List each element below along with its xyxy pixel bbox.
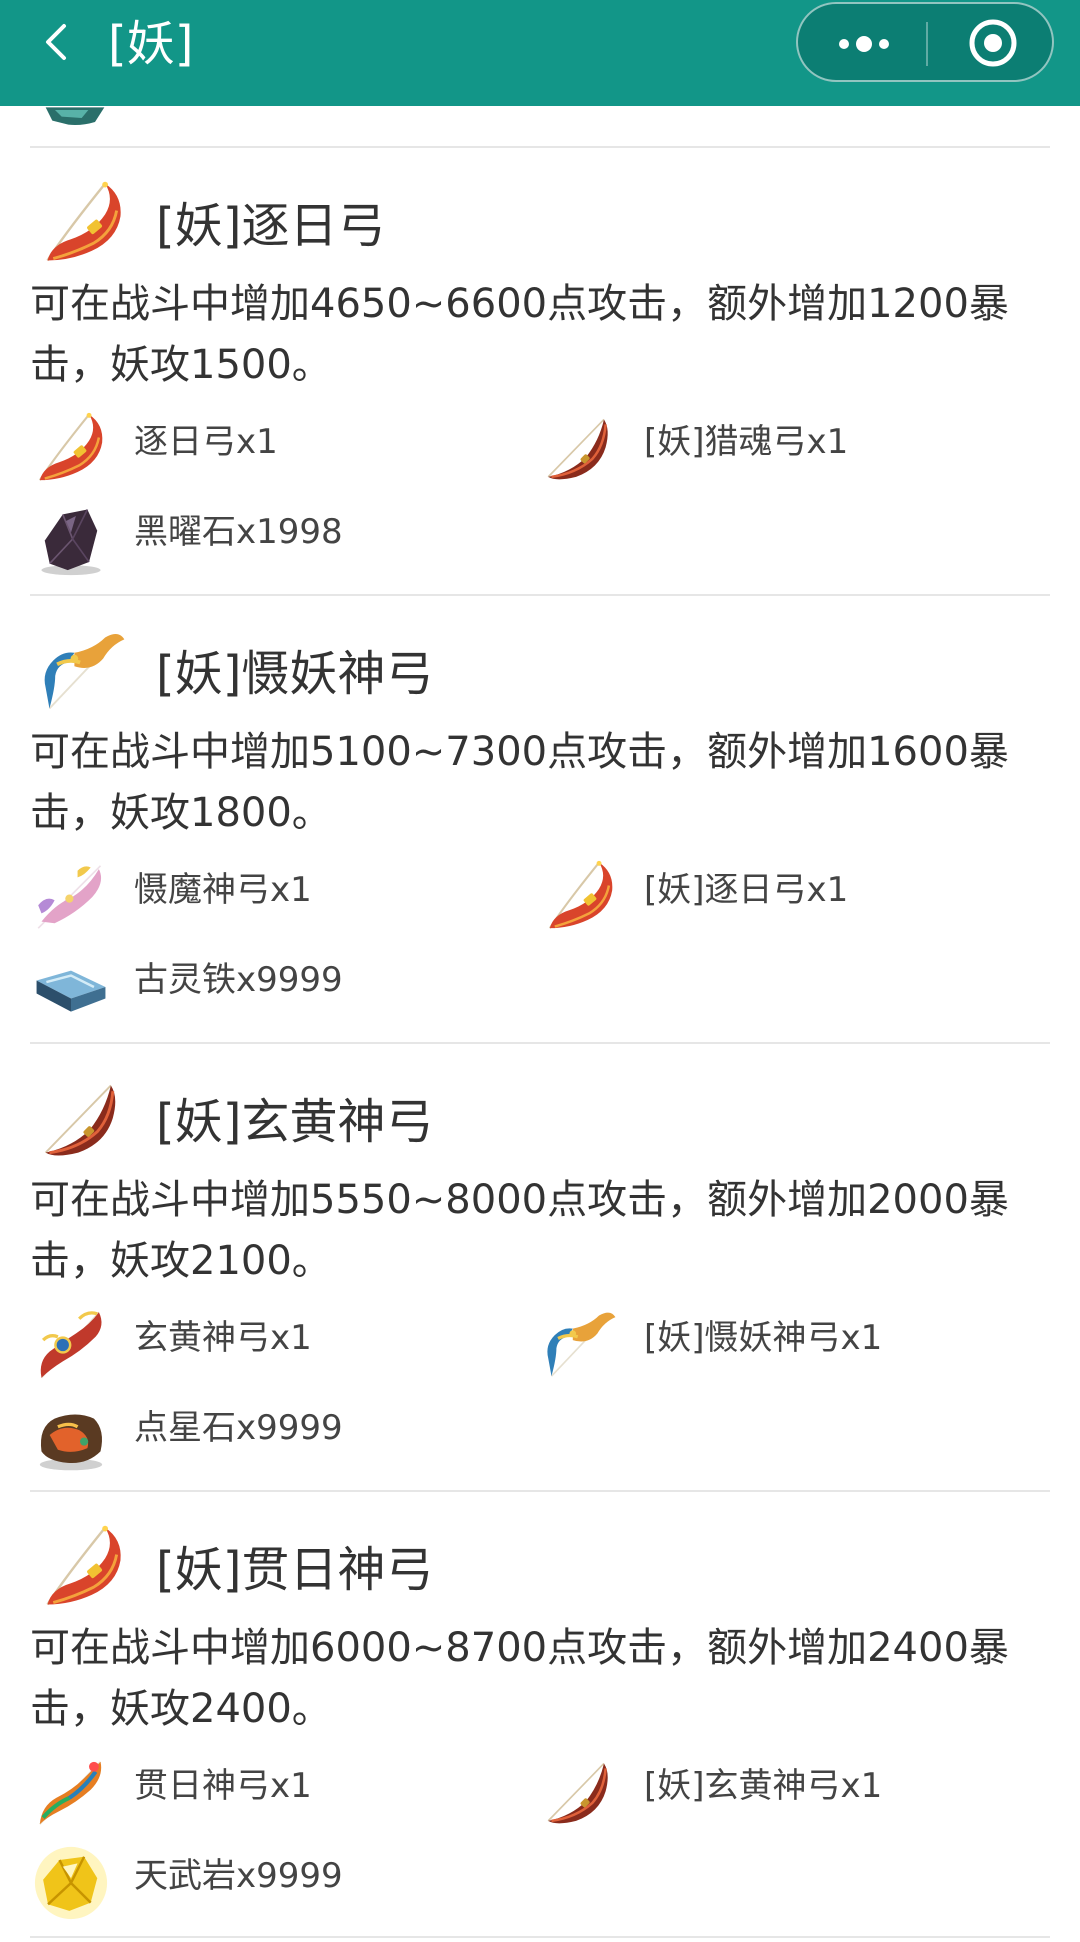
obsidian-stone-icon <box>30 498 112 580</box>
material-label: [妖]猎魂弓x1 <box>644 422 849 462</box>
rainbow-bow-icon <box>30 1752 112 1834</box>
item-title: [妖]慑妖神弓 <box>156 646 434 702</box>
red-bow-icon <box>30 408 112 490</box>
crescent-bow-icon <box>540 1752 622 1834</box>
pink-bow-icon <box>30 856 112 938</box>
ornate-bow-icon <box>30 1304 112 1386</box>
red-bow-icon <box>36 176 132 272</box>
material-label: [妖]逐日弓x1 <box>644 870 849 910</box>
material-label: 玄黄神弓x1 <box>134 1318 312 1358</box>
material-label: [妖]玄黄神弓x1 <box>644 1766 883 1806</box>
material-label: 贯日神弓x1 <box>134 1766 312 1806</box>
red-bow-icon <box>36 1520 132 1616</box>
teal-gem-icon <box>40 106 110 126</box>
record-circle-icon[interactable] <box>966 16 1020 70</box>
material-label: 慑魔神弓x1 <box>134 870 312 910</box>
blue-gold-bow-icon <box>540 1304 622 1386</box>
capsule-divider <box>926 22 928 66</box>
item-card[interactable]: [妖]玄黄神弓 可在战斗中增加5550~8000点攻击，额外增加2000暴击，妖… <box>0 1044 1080 1494</box>
item-card[interactable]: [妖]慑妖神弓 可在战斗中增加5100~7300点攻击，额外增加1600暴击，妖… <box>0 596 1080 1046</box>
material-label: 逐日弓x1 <box>134 422 278 462</box>
item-title: [妖]贯日神弓 <box>156 1542 434 1598</box>
item-card[interactable]: [妖]贯日神弓 可在战斗中增加6000~8700点攻击，额外增加2400暴击，妖… <box>0 1492 1080 1942</box>
gold-ore-icon <box>30 1842 112 1924</box>
page-title: [妖] <box>108 16 194 72</box>
item-description: 可在战斗中增加4650~6600点攻击，额外增加1200暴击，妖攻1500。 <box>30 281 1009 388</box>
material-label: 点星石x9999 <box>134 1408 343 1448</box>
more-dots-icon[interactable] <box>834 24 894 64</box>
item-card[interactable]: [妖]逐日弓 可在战斗中增加4650~6600点攻击，额外增加1200暴击，妖攻… <box>0 148 1080 598</box>
app-header: [妖] <box>0 0 1080 106</box>
item-description: 可在战斗中增加5100~7300点攻击，额外增加1600暴击，妖攻1800。 <box>30 729 1009 836</box>
divider <box>30 1936 1050 1938</box>
material-label: [妖]慑妖神弓x1 <box>644 1318 883 1358</box>
chevron-left-icon[interactable] <box>36 20 80 64</box>
item-description: 可在战斗中增加6000~8700点攻击，额外增加2400暴击，妖攻2400。 <box>30 1625 1009 1732</box>
material-label: 古灵铁x9999 <box>134 960 343 1000</box>
material-label: 天武岩x9999 <box>134 1856 343 1896</box>
material-label: 黑曜石x1998 <box>134 512 343 552</box>
item-title: [妖]逐日弓 <box>156 198 386 254</box>
star-stone-icon <box>30 1394 112 1476</box>
red-bow-icon <box>540 856 622 938</box>
capsule-menu <box>796 2 1054 82</box>
crescent-bow-icon <box>540 408 622 490</box>
iron-ingot-icon <box>30 946 112 1028</box>
item-description: 可在战斗中增加5550~8000点攻击，额外增加2000暴击，妖攻2100。 <box>30 1177 1009 1284</box>
crescent-bow-icon <box>36 1072 132 1168</box>
blue-gold-bow-icon <box>36 624 132 720</box>
item-title: [妖]玄黄神弓 <box>156 1094 434 1150</box>
